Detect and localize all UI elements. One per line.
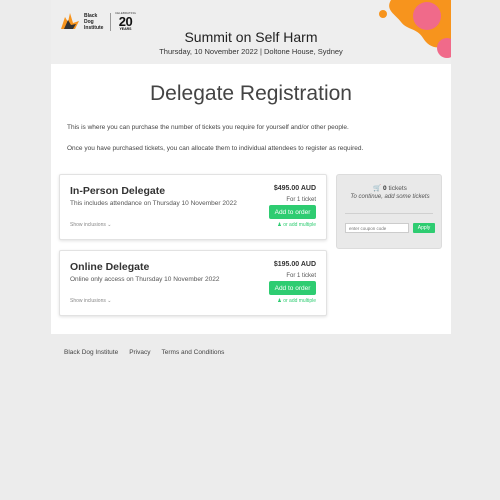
- page-title: Delegate Registration: [150, 82, 352, 105]
- add-to-order-button[interactable]: Add to order: [269, 281, 316, 295]
- footer-link-terms[interactable]: Terms and Conditions: [162, 349, 225, 356]
- cart-count: 🛒 0 tickets: [337, 184, 443, 192]
- ticket-per-label: For 1 ticket: [286, 197, 316, 203]
- cart-hint: To continue, add some tickets: [350, 194, 430, 200]
- ticket-description: Online only access on Thursday 10 Novemb…: [70, 276, 220, 283]
- ticket-price: $195.00 AUD: [273, 261, 316, 268]
- apply-coupon-button[interactable]: Apply: [413, 223, 435, 233]
- add-multiple-label: or add multiple: [283, 222, 316, 228]
- footer-links: Black Dog Institute Privacy Terms and Co…: [64, 349, 224, 356]
- show-inclusions-link[interactable]: Show inclusions ⌄: [70, 222, 111, 228]
- ticket-description: This includes attendance on Thursday 10 …: [70, 200, 237, 207]
- ticket-name: Online Delegate: [70, 261, 150, 273]
- users-icon: ♟: [277, 298, 282, 304]
- footer-link-black-dog-institute[interactable]: Black Dog Institute: [64, 349, 118, 356]
- event-subtitle: Thursday, 10 November 2022 | Doltone Hou…: [159, 47, 343, 56]
- event-banner: Black Dog Institute CELEBRATING 20 YEARS…: [51, 0, 451, 64]
- intro-text-2: Once you have purchased tickets, you can…: [67, 145, 364, 152]
- ticket-card-in-person: In-Person Delegate This includes attenda…: [59, 174, 327, 240]
- ticket-name: In-Person Delegate: [70, 185, 166, 197]
- footer-link-privacy[interactable]: Privacy: [129, 349, 150, 356]
- cart-divider: [345, 213, 433, 214]
- users-icon: ♟: [277, 222, 282, 228]
- page-container: Black Dog Institute CELEBRATING 20 YEARS…: [51, 0, 451, 334]
- add-multiple-label: or add multiple: [283, 298, 316, 304]
- cart-panel: 🛒 0 tickets To continue, add some ticket…: [336, 174, 442, 249]
- ticket-price: $495.00 AUD: [273, 185, 316, 192]
- cart-count-number: 0: [383, 185, 387, 192]
- ticket-per-label: For 1 ticket: [286, 273, 316, 279]
- ticket-card-online: Online Delegate Online only access on Th…: [59, 250, 327, 316]
- coupon-code-input[interactable]: [345, 223, 409, 233]
- add-to-order-button[interactable]: Add to order: [269, 205, 316, 219]
- show-inclusions-link[interactable]: Show inclusions ⌄: [70, 298, 111, 304]
- cart-count-label: tickets: [388, 185, 407, 192]
- intro-text-1: This is where you can purchase the numbe…: [67, 124, 349, 131]
- add-multiple-link[interactable]: ♟ or add multiple: [277, 222, 316, 228]
- event-title: Summit on Self Harm: [184, 29, 318, 45]
- add-multiple-link[interactable]: ♟ or add multiple: [277, 298, 316, 304]
- cart-icon: 🛒: [373, 185, 382, 192]
